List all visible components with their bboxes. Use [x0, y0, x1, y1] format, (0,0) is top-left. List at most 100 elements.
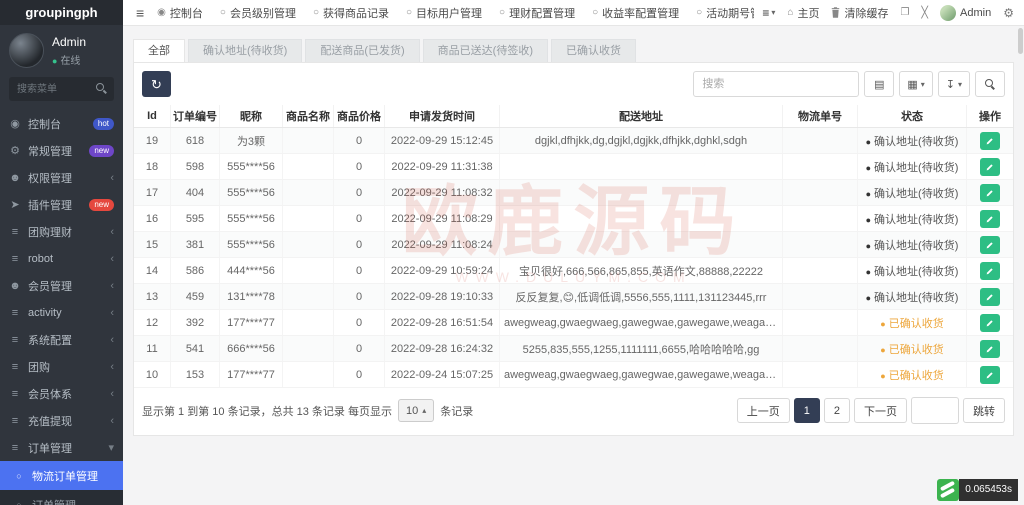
pagination: 上一页 12 下一页 跳转: [736, 397, 1005, 424]
cell-apply_time: 2022-09-28 19:10:33: [384, 283, 500, 310]
sidebar-subitem-logistics-orders[interactable]: ○ 物流订单管理: [0, 461, 123, 490]
tab-all[interactable]: 全部: [133, 39, 185, 62]
topnav-item-6[interactable]: ○活动期号管理: [696, 5, 754, 21]
status-tabs: 全部 确认地址(待收货) 配送商品(已发货) 商品已送达(待签收) 已确认收货: [133, 39, 1014, 62]
cell-apply_time: 2022-09-29 15:12:45: [384, 127, 500, 154]
user-name: Admin: [52, 34, 87, 49]
admin-menu[interactable]: Admin: [940, 4, 991, 21]
clear-cache-link[interactable]: 清除缓存: [831, 5, 888, 21]
cell-nickname: 为3颗: [219, 127, 283, 154]
more-menus-button[interactable]: ≡ ▾: [762, 6, 775, 20]
tab-shipped[interactable]: 配送商品(已发货): [305, 39, 420, 62]
cell-price: 0: [333, 205, 385, 232]
circle-icon: ○: [16, 470, 22, 481]
sidebar-item-label: 订单管理: [28, 442, 72, 455]
edit-button[interactable]: [980, 131, 1000, 150]
sidebar-item-robot[interactable]: ≡ robot ‹: [0, 245, 123, 272]
cell-apply_time: 2022-09-24 15:07:25: [384, 361, 500, 388]
sidebar-subitem-order-manage[interactable]: ○ 订单管理: [0, 490, 123, 505]
cell-id: 17: [134, 179, 171, 206]
cell-product_name: [282, 283, 334, 310]
scrollbar-thumb[interactable]: [1018, 28, 1023, 54]
sidebar-item-members[interactable]: ☻ 会员管理 ‹: [0, 272, 123, 299]
cell-product_name: [282, 309, 334, 336]
gear-icon[interactable]: ⚙: [1003, 6, 1014, 20]
cell-nickname: 177****77: [219, 309, 283, 336]
thinkphp-logo-icon[interactable]: [937, 479, 960, 501]
topnav-item-4[interactable]: ○ 理财配置管理: [499, 5, 575, 21]
topnav-item-0[interactable]: ◉ 控制台: [157, 5, 203, 21]
app-logo[interactable]: groupingph: [0, 0, 123, 25]
sidebar-item-orders[interactable]: ≡ 订单管理 ▾: [0, 434, 123, 461]
sidebar-item-recharge-withdraw[interactable]: ≡ 充值提现 ‹: [0, 407, 123, 434]
edit-button[interactable]: [980, 365, 1000, 384]
page-button-2[interactable]: 2: [823, 398, 850, 423]
tab-delivered[interactable]: 商品已送达(待签收): [422, 39, 548, 62]
table-footer: 显示第 1 到第 10 条记录，总共 13 条记录 每页显示 10 ▴ 条记录 上…: [134, 388, 1013, 435]
topnav-item-1[interactable]: ○ 会员级别管理: [220, 5, 296, 21]
edit-button[interactable]: [980, 235, 1000, 254]
avatar[interactable]: [9, 33, 44, 68]
cell-product_name: [282, 153, 334, 180]
home-label: 主页: [797, 7, 820, 20]
sidebar-item-group-finance[interactable]: ≡ 团购理财 ‹: [0, 218, 123, 245]
tab-confirm-address[interactable]: 确认地址(待收货): [188, 39, 303, 62]
table-wrap: 欧鹿源码 WWW.DULUYM.COM Id 订单编号 昵称 商品名称 商品价格 申请发货…: [134, 105, 1013, 388]
sidebar-item-group-buy[interactable]: ≡ 团购 ‹: [0, 353, 123, 380]
jump-button[interactable]: 跳转: [963, 398, 1005, 423]
hamburger-icon[interactable]: ≡: [136, 5, 144, 21]
cell-action: [966, 231, 1013, 258]
pencil-icon: [986, 267, 993, 274]
cell-address: awegweag,gwaegwaeg,gawegwae,gawegawe,wea…: [499, 361, 783, 388]
page-icon[interactable]: ❐: [900, 7, 909, 18]
status-dot-icon: ●: [880, 370, 886, 381]
sidebar-item-general[interactable]: ⚙ 常规管理 new: [0, 137, 123, 164]
topnav-item-2[interactable]: ○ 获得商品记录: [313, 5, 389, 21]
sidebar-item-console[interactable]: ◉ 控制台 hot: [0, 110, 123, 137]
sidebar-item-system-config[interactable]: ≡ 系统配置 ‹: [0, 326, 123, 353]
topnav-label: 理财配置管理: [509, 7, 576, 20]
edit-button[interactable]: [980, 339, 1000, 358]
summary-suffix: 条记录: [440, 405, 474, 418]
debug-bar: 0.065453s: [937, 479, 1018, 501]
cell-tracking_no: [782, 257, 858, 284]
sidebar-item-member-system[interactable]: ≡ 会员体系 ‹: [0, 380, 123, 407]
toggle-view-button[interactable]: ▤: [864, 71, 895, 97]
cell-status: ● 确认地址(待收货): [857, 127, 967, 154]
chevron-left-icon: ‹: [110, 252, 114, 265]
refresh-button[interactable]: ↻: [142, 71, 171, 97]
tab-received[interactable]: 已确认收货: [550, 39, 636, 62]
export-button[interactable]: ↧ ▾: [937, 71, 970, 97]
page-button-1[interactable]: 1: [793, 398, 820, 423]
caret-down-icon: ▾: [771, 8, 776, 17]
prev-page-button[interactable]: 上一页: [736, 398, 790, 423]
columns-button[interactable]: ▦ ▾: [899, 71, 933, 97]
next-page-button[interactable]: 下一页: [854, 398, 907, 423]
chevron-left-icon: ‹: [110, 360, 114, 373]
edit-button[interactable]: [980, 157, 1000, 176]
table-search-input[interactable]: [693, 71, 860, 97]
sidebar-item-activity[interactable]: ≡ activity ‹: [0, 299, 123, 326]
edit-button[interactable]: [980, 209, 1000, 228]
search-button[interactable]: [975, 71, 1005, 97]
cell-order_no: 541: [170, 335, 220, 362]
chevron-left-icon: ‹: [110, 333, 114, 346]
sidebar-item-permissions[interactable]: ☻ 权限管理 ‹: [0, 164, 123, 191]
edit-button[interactable]: [980, 287, 1000, 306]
jump-page-input[interactable]: [911, 397, 959, 424]
topnav-item-5[interactable]: ○ 收益率配置管理: [592, 5, 679, 21]
edit-button[interactable]: [980, 261, 1000, 280]
cell-address: 5255,835,555,1255,1111111,6655,哈哈哈哈哈,gg: [499, 335, 783, 362]
topnav-label: 目标用户管理: [416, 7, 483, 20]
page-size-dropdown[interactable]: 10 ▴: [397, 399, 435, 422]
sidebar-item-plugins[interactable]: ➤ 插件管理 new: [0, 191, 123, 218]
edit-button[interactable]: [980, 313, 1000, 332]
toolbar-right: ▤ ▦▾ ↧▾: [693, 71, 1005, 97]
chevron-left-icon: ‹: [110, 414, 114, 427]
cell-address: 宝贝很好,666,566,865,855,英语作文,88888,22222: [499, 257, 783, 284]
main-area: ≡ ◉ 控制台 ○ 会员级别管理 ○ 获得商品记录 ○ 目标用户管理 ○ 理财配置管理 ○ 收益率配置…: [123, 0, 1024, 505]
fullscreen-icon[interactable]: ╳: [921, 6, 928, 19]
home-link[interactable]: ⌂ 主页: [787, 5, 819, 21]
edit-button[interactable]: [980, 183, 1000, 202]
topnav-item-3[interactable]: ○ 目标用户管理: [406, 5, 482, 21]
